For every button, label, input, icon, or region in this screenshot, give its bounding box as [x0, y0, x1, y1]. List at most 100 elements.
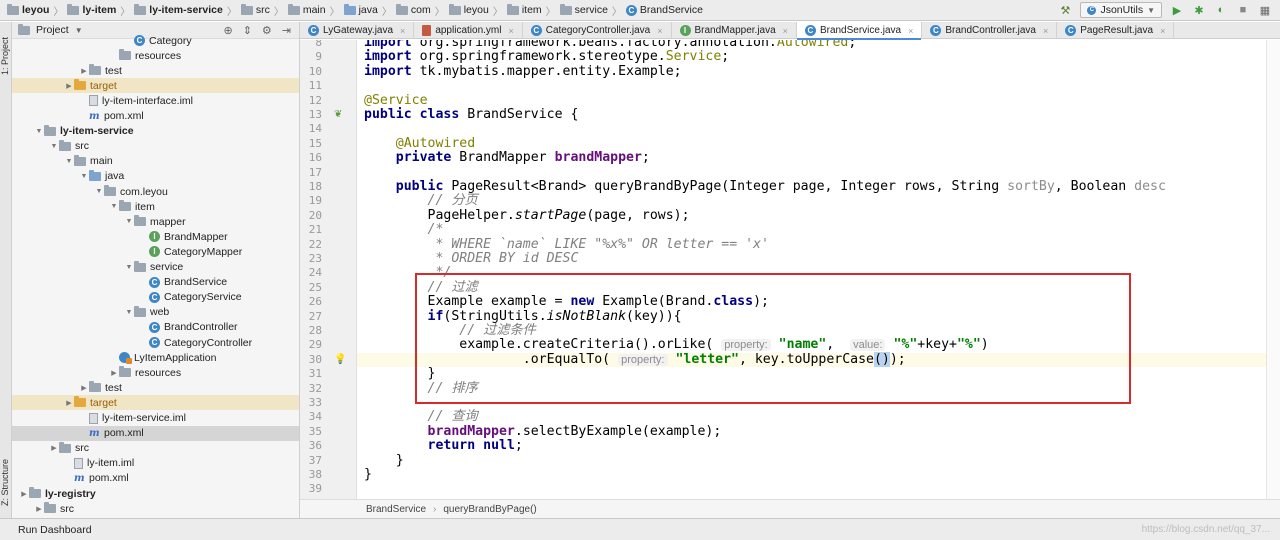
collapse-arrow-icon[interactable]: ▶: [79, 384, 89, 392]
tree-item[interactable]: ly-item.iml: [12, 456, 299, 471]
spring-bean-icon[interactable]: ❦: [334, 110, 344, 120]
code-line[interactable]: public class BrandService {: [364, 107, 578, 122]
lightbulb-icon[interactable]: 💡: [334, 354, 346, 365]
code-line[interactable]: // 分页: [364, 194, 478, 208]
collapse-arrow-icon[interactable]: ▶: [109, 369, 119, 377]
tree-item[interactable]: ▼ ly-item-service: [12, 124, 299, 139]
structure-tool-tab[interactable]: Z: Structure: [0, 452, 12, 512]
expand-arrow-icon[interactable]: ▼: [94, 188, 104, 195]
code-line[interactable]: * ORDER BY id DESC: [364, 251, 578, 266]
close-icon[interactable]: ×: [783, 26, 788, 36]
tree-item[interactable]: ly-item-interface.iml: [12, 93, 299, 108]
expand-arrow-icon[interactable]: ▼: [124, 264, 134, 271]
collapse-arrow-icon[interactable]: ▶: [19, 490, 29, 498]
tree-item[interactable]: ▼ item: [12, 199, 299, 214]
debug-icon[interactable]: ✱: [1192, 3, 1206, 17]
code-area[interactable]: import org.springframework.beans.factory…: [364, 40, 1280, 499]
tree-item[interactable]: resources: [12, 48, 299, 63]
tree-item[interactable]: ▼ mapper: [12, 214, 299, 229]
breadcrumb-item[interactable]: com: [393, 3, 434, 16]
editor-tab[interactable]: C PageResult.java ×: [1057, 22, 1175, 39]
tree-item[interactable]: ▶ src: [12, 441, 299, 456]
breadcrumb-item[interactable]: ly-item-service: [131, 3, 226, 16]
run-icon[interactable]: ▶: [1170, 3, 1184, 17]
code-line[interactable]: public PageResult<Brand> queryBrandByPag…: [364, 179, 1166, 194]
tree-item[interactable]: m pom.xml: [12, 425, 299, 441]
editor-tab[interactable]: application.yml ×: [414, 22, 523, 39]
tree-item[interactable]: C Category: [12, 33, 299, 48]
tree-item[interactable]: ▶ target: [12, 395, 299, 411]
editor-tab[interactable]: C BrandService.java ×: [796, 22, 923, 40]
tree-item[interactable]: ▶ src: [12, 501, 299, 516]
breadcrumb-item[interactable]: leyou: [446, 3, 492, 16]
editor-tab[interactable]: C LyGateway.java ×: [300, 22, 415, 39]
code-line[interactable]: /*: [364, 222, 444, 237]
close-icon[interactable]: ×: [400, 26, 405, 36]
code-line[interactable]: // 查询: [364, 410, 478, 424]
run-dashboard-tab[interactable]: Run Dashboard: [18, 524, 92, 536]
breadcrumb-item[interactable]: java: [341, 3, 381, 16]
expand-arrow-icon[interactable]: ▼: [64, 158, 74, 165]
editor-crumb-method[interactable]: queryBrandByPage(): [443, 504, 536, 515]
code-line[interactable]: import tk.mybatis.mapper.entity.Example;: [364, 64, 682, 79]
editor-tab[interactable]: I BrandMapper.java ×: [672, 22, 797, 39]
expand-arrow-icon[interactable]: ▼: [49, 143, 59, 150]
expand-arrow-icon[interactable]: ▼: [34, 128, 44, 135]
code-line[interactable]: import org.springframework.stereotype.Se…: [364, 49, 729, 64]
close-icon[interactable]: ×: [657, 26, 662, 36]
breadcrumb-item[interactable]: ly-item: [64, 3, 119, 16]
collapse-arrow-icon[interactable]: ▶: [34, 505, 44, 513]
expand-arrow-icon[interactable]: ▼: [79, 173, 89, 180]
editor-tab[interactable]: C BrandController.java ×: [922, 22, 1058, 39]
code-line[interactable]: @Service: [364, 93, 428, 108]
code-line[interactable]: private BrandMapper brandMapper;: [364, 150, 650, 165]
editor-crumb-class[interactable]: BrandService: [366, 504, 426, 515]
tree-item[interactable]: m pom.xml: [12, 109, 299, 124]
tree-item[interactable]: ▼ main: [12, 154, 299, 169]
coverage-icon[interactable]: ◐: [1214, 3, 1228, 17]
tree-item[interactable]: ▶ test: [12, 63, 299, 78]
breadcrumb-item[interactable]: src: [238, 3, 273, 16]
tree-item[interactable]: ▼ service: [12, 260, 299, 275]
expand-arrow-icon[interactable]: ▼: [109, 203, 119, 210]
tree-item[interactable]: I CategoryMapper: [12, 244, 299, 259]
tree-item[interactable]: I BrandMapper: [12, 229, 299, 244]
breadcrumb-item[interactable]: main: [285, 3, 329, 16]
tree-item[interactable]: ▶ target: [12, 78, 299, 94]
code-line[interactable]: return null;: [364, 438, 523, 453]
breadcrumb-item[interactable]: service: [557, 3, 611, 16]
tree-item[interactable]: C CategoryService: [12, 290, 299, 305]
breadcrumb-item[interactable]: item: [504, 3, 545, 16]
code-line[interactable]: }: [364, 467, 372, 482]
collapse-arrow-icon[interactable]: ▶: [64, 82, 74, 90]
tree-item[interactable]: ▶ test: [12, 380, 299, 395]
close-icon[interactable]: ×: [1160, 26, 1165, 36]
hammer-icon[interactable]: ⚒: [1058, 3, 1072, 17]
expand-arrow-icon[interactable]: ▼: [124, 309, 134, 316]
collapse-arrow-icon[interactable]: ▶: [64, 399, 74, 407]
collapse-arrow-icon[interactable]: ▶: [49, 444, 59, 452]
code-line[interactable]: brandMapper.selectByExample(example);: [364, 424, 722, 439]
editor-tab[interactable]: C CategoryController.java ×: [523, 22, 672, 39]
structure-icon[interactable]: ▦: [1258, 3, 1272, 17]
collapse-arrow-icon[interactable]: ▶: [79, 67, 89, 75]
close-icon[interactable]: ×: [508, 26, 513, 36]
tree-item[interactable]: C BrandController: [12, 320, 299, 335]
run-config-select[interactable]: C JsonUtils ▼: [1080, 2, 1162, 18]
code-line[interactable]: * WHERE `name` LIKE "%x%" OR letter == '…: [364, 237, 768, 252]
tree-item[interactable]: ly-item-service.iml: [12, 411, 299, 426]
code-editor[interactable]: 8 9 10 11 12 13 14 15 16 17 18 19 20 21 22 23 24 25 26 27 28…: [300, 40, 1280, 499]
tree-item[interactable]: ▶ resources: [12, 365, 299, 380]
breadcrumb-item[interactable]: leyou: [4, 3, 52, 16]
breadcrumb-item[interactable]: C BrandService: [623, 4, 706, 16]
tree-item[interactable]: C BrandService: [12, 275, 299, 290]
tree-item[interactable]: ▶ ly-registry: [12, 486, 299, 501]
close-icon[interactable]: ×: [908, 26, 913, 36]
tree-item[interactable]: ▼ java: [12, 169, 299, 184]
code-line[interactable]: PageHelper.startPage(page, rows);: [364, 208, 690, 223]
tree-item[interactable]: ▼ web: [12, 305, 299, 320]
stop-icon[interactable]: ■: [1236, 3, 1250, 17]
code-line[interactable]: }: [364, 453, 404, 468]
tree-item[interactable]: C CategoryController: [12, 335, 299, 350]
tree-item[interactable]: m pom.xml: [12, 471, 299, 486]
